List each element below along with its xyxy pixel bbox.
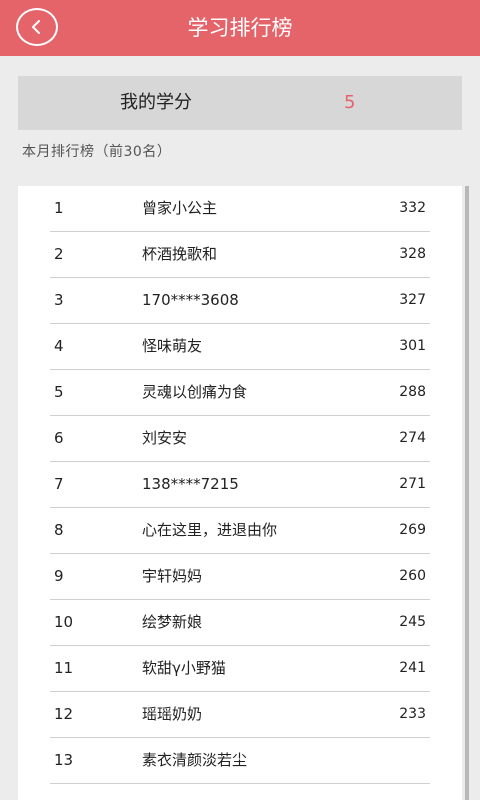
rank-number: 2 bbox=[54, 245, 64, 263]
user-name: 心在这里，进退由你 bbox=[142, 521, 278, 539]
user-name: 曾家小公主 bbox=[142, 199, 218, 217]
ranking-row: 8 心在这里，进退由你 269 bbox=[18, 508, 462, 554]
user-name: 宇轩妈妈 bbox=[142, 567, 203, 585]
user-name: 170****3608 bbox=[142, 291, 239, 309]
ranking-row: 5 灵魂以创痛为食 288 bbox=[18, 370, 462, 416]
row-divider bbox=[50, 783, 430, 784]
rank-number: 7 bbox=[54, 475, 64, 493]
score-value: 288 bbox=[399, 384, 426, 400]
my-credits-label: 我的学分 bbox=[120, 92, 192, 113]
user-name: 素衣清颜淡若尘 bbox=[142, 751, 248, 769]
ranking-row: 2 杯酒挽歌和 328 bbox=[18, 232, 462, 278]
rank-number: 4 bbox=[54, 337, 64, 355]
list-scrollbar[interactable] bbox=[465, 186, 469, 800]
app-header: 学习排行榜 bbox=[0, 0, 480, 56]
ranking-row: 11 软甜γ小野猫 241 bbox=[18, 646, 462, 692]
user-name: 软甜γ小野猫 bbox=[142, 659, 226, 677]
ranking-row: 7 138****7215 271 bbox=[18, 462, 462, 508]
page-title: 学习排行榜 bbox=[187, 16, 293, 40]
ranking-row: 4 怪味萌友 301 bbox=[18, 324, 462, 370]
user-name: 杯酒挽歌和 bbox=[142, 245, 218, 263]
rank-number: 6 bbox=[54, 429, 64, 447]
score-value: 269 bbox=[399, 522, 426, 538]
rank-number: 13 bbox=[54, 751, 74, 769]
rank-number: 12 bbox=[54, 705, 74, 723]
ranking-subtitle: 本月排行榜（前30名） bbox=[22, 144, 172, 160]
score-value: 245 bbox=[399, 614, 426, 630]
ranking-row: 13 素衣清颜淡若尘 bbox=[18, 738, 462, 784]
score-value: 301 bbox=[399, 338, 426, 354]
score-value: 327 bbox=[399, 292, 426, 308]
user-name: 绘梦新娘 bbox=[142, 613, 203, 631]
score-value: 274 bbox=[399, 430, 426, 446]
ranking-list[interactable]: 1 曾家小公主 332 2 杯酒挽歌和 328 3 170****3608 32… bbox=[18, 186, 462, 800]
rank-number: 8 bbox=[54, 521, 64, 539]
rank-number: 9 bbox=[54, 567, 64, 585]
ranking-row: 12 瑶瑶奶奶 233 bbox=[18, 692, 462, 738]
rank-number: 11 bbox=[54, 659, 74, 677]
ranking-row: 3 170****3608 327 bbox=[18, 278, 462, 324]
my-credits-value: 5 bbox=[344, 92, 356, 113]
ranking-row: 10 绘梦新娘 245 bbox=[18, 600, 462, 646]
rank-number: 1 bbox=[54, 199, 64, 217]
user-name: 刘安安 bbox=[142, 429, 188, 447]
score-value: 233 bbox=[399, 706, 426, 722]
user-name: 瑶瑶奶奶 bbox=[142, 705, 203, 723]
score-value: 332 bbox=[399, 200, 426, 216]
ranking-row: 9 宇轩妈妈 260 bbox=[18, 554, 462, 600]
user-name: 灵魂以创痛为食 bbox=[142, 383, 248, 401]
score-value: 241 bbox=[399, 660, 426, 676]
rank-number: 5 bbox=[54, 383, 64, 401]
ranking-row: 1 曾家小公主 332 bbox=[18, 186, 462, 232]
ranking-row: 6 刘安安 274 bbox=[18, 416, 462, 462]
score-value: 260 bbox=[399, 568, 426, 584]
score-value: 271 bbox=[399, 476, 426, 492]
rank-number: 10 bbox=[54, 613, 74, 631]
user-name: 怪味萌友 bbox=[142, 337, 203, 355]
score-value: 328 bbox=[399, 246, 426, 262]
my-credits-panel: 我的学分 5 bbox=[18, 76, 462, 130]
rank-number: 3 bbox=[54, 291, 64, 309]
user-name: 138****7215 bbox=[142, 475, 239, 493]
